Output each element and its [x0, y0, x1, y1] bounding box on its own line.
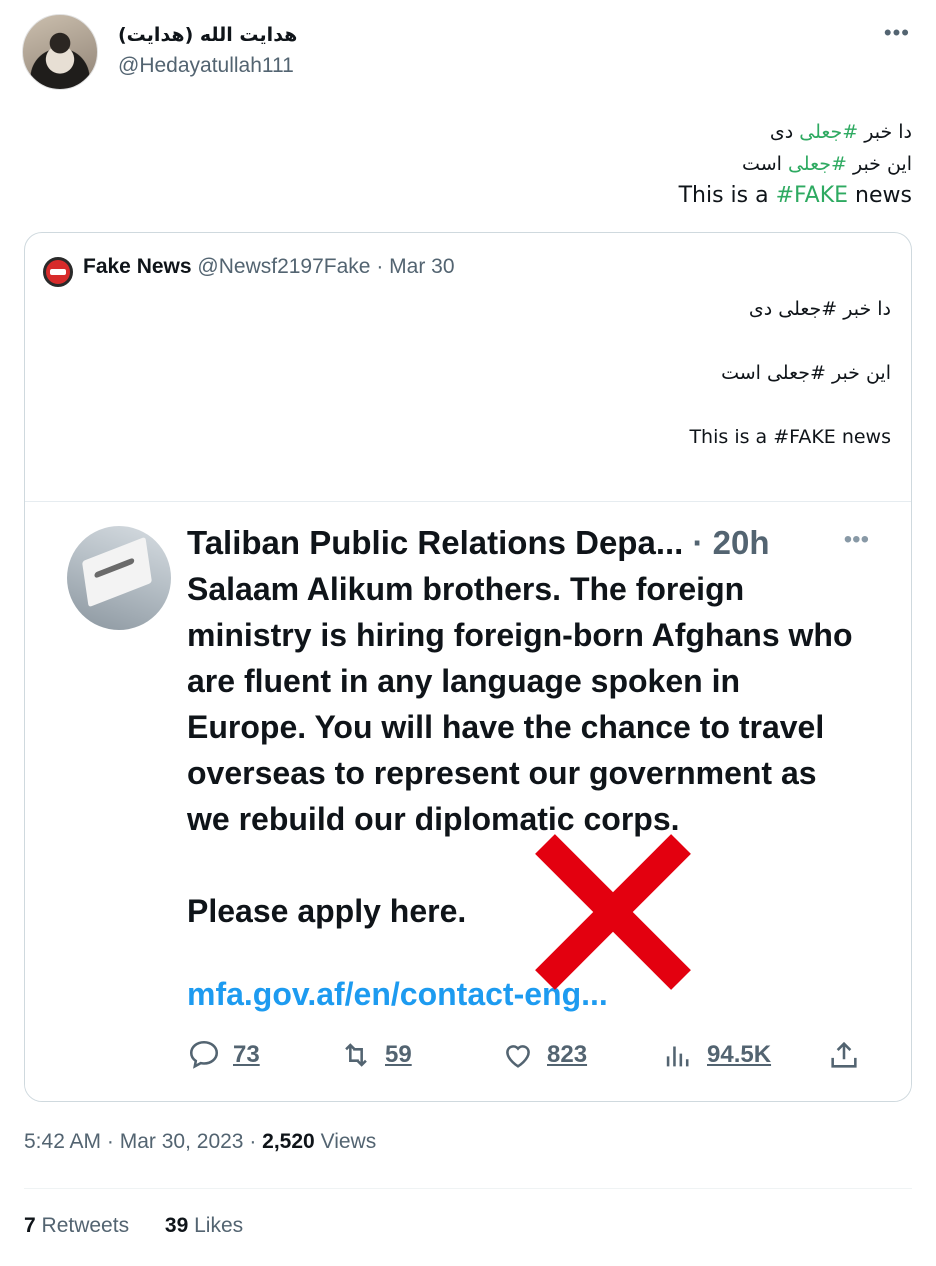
embedded-body: Salaam Alikum brothers. The foreign mini…: [187, 566, 867, 934]
retweets-stat[interactable]: 7 Retweets: [24, 1214, 129, 1237]
author-display-name[interactable]: هدایت الله (هدایت): [118, 24, 297, 46]
flag-icon: [81, 536, 153, 608]
embedded-author-avatar: [67, 526, 171, 630]
reply-count: 73: [233, 1041, 260, 1068]
tweet-date[interactable]: Mar 30, 2023: [120, 1130, 244, 1153]
retweet-count: 59: [385, 1041, 412, 1068]
likes-label: Likes: [194, 1214, 244, 1237]
more-options-icon: •••: [843, 526, 869, 553]
author-handle[interactable]: @Hedayatullah111: [118, 54, 294, 78]
views-icon: [666, 1046, 689, 1067]
red-x-mark-icon: [535, 834, 691, 990]
divider: [24, 1188, 912, 1189]
embedded-actions: 73 59 823 94.5K: [187, 1038, 877, 1078]
tweet-header: هدایت الله (هدایت) @Hedayatullah111 •••: [22, 14, 914, 94]
tweet-text: دا خبر #جعلی دی این خبر #جعلی است This i…: [312, 116, 912, 212]
like-icon: [506, 1045, 530, 1068]
quoted-tweet-date[interactable]: · Mar 30: [376, 255, 454, 278]
quoted-author-name[interactable]: Fake News: [83, 255, 192, 278]
retweet-action: 59: [339, 1038, 412, 1072]
like-count: 823: [547, 1041, 588, 1068]
embedded-body-text: Salaam Alikum brothers. The foreign mini…: [187, 571, 853, 837]
reply-action: 73: [187, 1038, 260, 1072]
share-action: [827, 1038, 861, 1072]
retweets-label: Retweets: [41, 1214, 130, 1237]
tweet-timestamp: 5:42 AM · Mar 30, 2023 · 2,520 Views: [24, 1130, 377, 1153]
embedded-time: · 20h: [692, 524, 770, 561]
quoted-author-handle[interactable]: @Newsf2197Fake: [197, 255, 370, 278]
hashtag-link[interactable]: #FAKE: [776, 183, 848, 208]
tweet-line-dari: این خبر #جعلی است: [742, 153, 912, 175]
quoted-line: این خبر #جعلی است: [721, 362, 891, 384]
tweet-views-label: Views: [320, 1130, 377, 1153]
quoted-tweet-text: دا خبر #جعلی دی این خبر #جعلی است This i…: [689, 293, 891, 485]
quoted-author-avatar[interactable]: [43, 257, 73, 287]
likes-count: 39: [164, 1214, 189, 1237]
retweet-icon: [345, 1043, 367, 1067]
views-count: 94.5K: [707, 1041, 772, 1068]
embedded-header: Taliban Public Relations Depa... · 20h: [187, 524, 770, 562]
embedded-author-name: Taliban Public Relations Depa...: [187, 524, 684, 561]
share-icon: [831, 1041, 857, 1068]
quoted-line: This is a #FAKE news: [689, 426, 891, 448]
embedded-cta: Please apply here.: [187, 893, 467, 929]
views-action: 94.5K: [661, 1038, 771, 1072]
embedded-screenshot[interactable]: Taliban Public Relations Depa... · 20h •…: [25, 502, 911, 1101]
tweet-views-count: 2,520: [262, 1130, 315, 1153]
likes-stat[interactable]: 39 Likes: [165, 1214, 243, 1237]
tweet-line-pashto: دا خبر #جعلی دی: [769, 121, 912, 143]
hashtag-link[interactable]: #جعلی: [788, 153, 847, 175]
quoted-tweet-header: Fake News @Newsf2197Fake · Mar 30: [43, 255, 455, 287]
quoted-line: دا خبر #جعلی دی: [748, 298, 891, 320]
author-avatar[interactable]: [22, 14, 98, 90]
reply-icon: [189, 1040, 219, 1069]
quoted-tweet[interactable]: Fake News @Newsf2197Fake · Mar 30 دا خبر…: [24, 232, 912, 1102]
like-action: 823: [501, 1038, 587, 1072]
retweets-count: 7: [24, 1214, 36, 1237]
tweet-line-english: This is a #FAKE news: [678, 183, 912, 208]
hashtag-link[interactable]: #جعلی: [799, 121, 858, 143]
tweet-time[interactable]: 5:42 AM: [24, 1130, 101, 1153]
engagement-stats: 7 Retweets 39 Likes: [24, 1214, 273, 1238]
more-options-icon[interactable]: •••: [884, 20, 910, 46]
